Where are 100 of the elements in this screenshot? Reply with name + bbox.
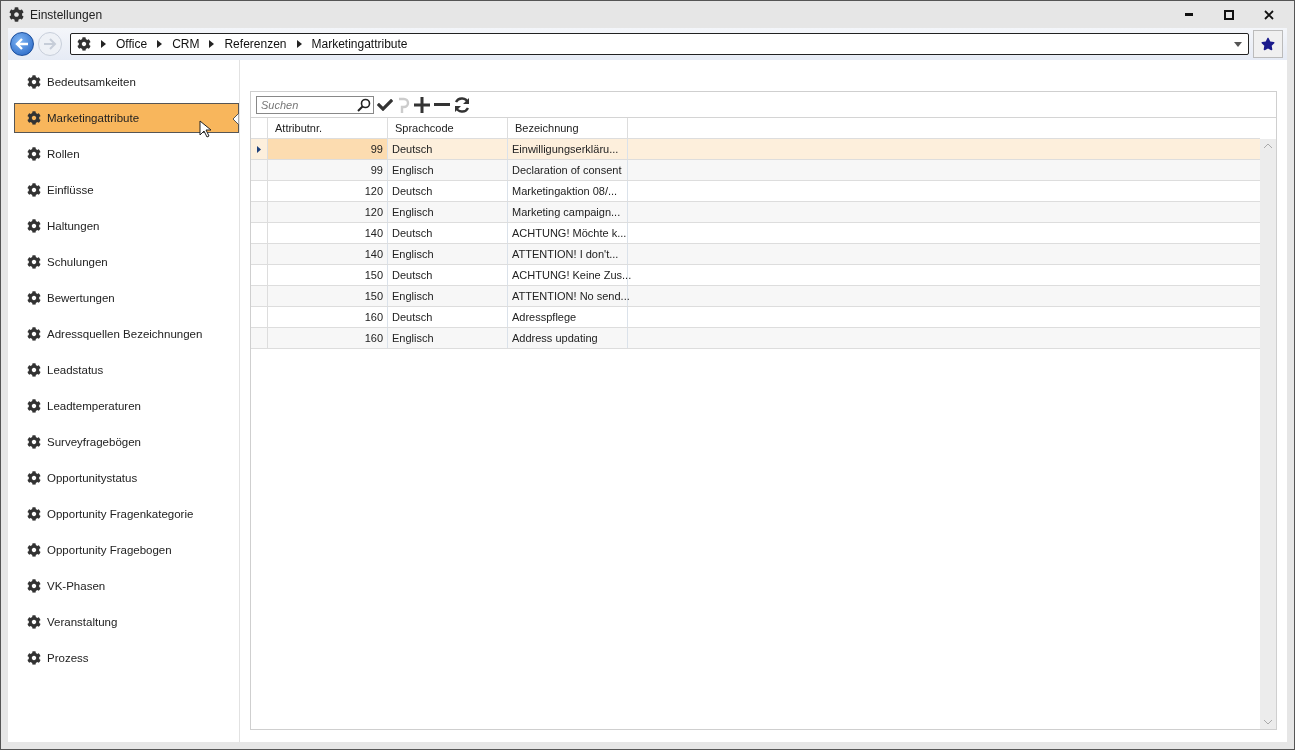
sidebar-item[interactable]: Bedeutsamkeiten: [14, 67, 239, 97]
table-cell: ATTENTION! I don't...: [508, 244, 628, 264]
table-cell: Englisch: [388, 286, 508, 306]
gear-icon: [27, 399, 41, 413]
breadcrumb-link[interactable]: Office: [116, 37, 148, 51]
table-row[interactable]: 150 Englisch ATTENTION! No send...: [251, 286, 1260, 307]
table-cell: Englisch: [388, 244, 508, 264]
sidebar-item[interactable]: Schulungen: [14, 247, 239, 277]
gear-icon: [27, 291, 41, 305]
table-row[interactable]: 150 Deutsch ACHTUNG! Keine Zus...: [251, 265, 1260, 286]
search-icon[interactable]: [357, 97, 371, 112]
sidebar-item[interactable]: Leadstatus: [14, 355, 239, 385]
table-row[interactable]: 140 Englisch ATTENTION! I don't...: [251, 244, 1260, 265]
table-cell: 160: [268, 328, 388, 348]
sidebar-item[interactable]: Haltungen: [14, 211, 239, 241]
sidebar-item[interactable]: Bewertungen: [14, 283, 239, 313]
search-field[interactable]: Suchen: [256, 95, 374, 114]
chevron-icon: [101, 40, 106, 48]
mouse-cursor-icon: [199, 120, 211, 138]
breadcrumb-link[interactable]: Marketingattribute: [311, 37, 408, 51]
close-icon[interactable]: [1264, 9, 1274, 20]
gear-icon: [9, 7, 24, 22]
plus-icon[interactable]: [413, 95, 431, 114]
gear-icon: [27, 111, 41, 125]
table-cell: Deutsch: [388, 307, 508, 327]
gear-icon: [27, 579, 41, 593]
table-row[interactable]: 120 Deutsch Marketingaktion 08/...: [251, 181, 1260, 202]
table-cell: 99: [268, 160, 388, 180]
table-cell: Englisch: [388, 202, 508, 222]
gear-icon: [27, 615, 41, 629]
back-button[interactable]: [10, 32, 34, 56]
column-header[interactable]: Attributnr.: [268, 118, 388, 138]
notch-icon: [233, 113, 239, 125]
column-header[interactable]: Sprachcode: [388, 118, 508, 138]
gear-icon: [27, 327, 41, 341]
gear-icon: [27, 507, 41, 521]
sidebar-item[interactable]: Leadtemperaturen: [14, 391, 239, 421]
chevron-icon: [157, 40, 163, 48]
table-row[interactable]: 160 Deutsch Adresspflege: [251, 307, 1260, 328]
gear-icon: [77, 37, 91, 51]
table-row[interactable]: 120 Englisch Marketing campaign...: [251, 202, 1260, 223]
gear-icon: [27, 435, 41, 449]
gear-icon: [27, 183, 41, 197]
table-cell: 140: [268, 244, 388, 264]
row-pointer-icon: [257, 145, 261, 153]
sidebar-item[interactable]: Einflüsse: [14, 175, 239, 205]
table-cell: 150: [268, 286, 388, 306]
table-cell: Englisch: [388, 160, 508, 180]
chevron-icon: [296, 40, 302, 48]
table-cell: 160: [268, 307, 388, 327]
table-cell: 120: [268, 181, 388, 201]
table-cell: Englisch: [388, 328, 508, 348]
gear-icon: [27, 363, 41, 377]
table-cell: 150: [268, 265, 388, 285]
table-cell: Deutsch: [388, 265, 508, 285]
sidebar-item[interactable]: Opportunity Fragenkategorie: [14, 499, 239, 529]
gear-icon: [27, 75, 41, 89]
chevron-icon: [209, 40, 215, 48]
gear-icon: [27, 255, 41, 269]
column-header[interactable]: Bezeichnung: [508, 118, 628, 138]
table-cell: Marketing campaign...: [508, 202, 628, 222]
checkmark-icon[interactable]: [377, 96, 393, 113]
maximize-icon[interactable]: [1224, 9, 1234, 20]
table-cell: Adresspflege: [508, 307, 628, 327]
table-cell: Deutsch: [388, 223, 508, 243]
arrow-left-icon: [15, 38, 29, 50]
table-row[interactable]: 140 Deutsch ACHTUNG! Möchte k...: [251, 223, 1260, 244]
table-cell: 140: [268, 223, 388, 243]
table-cell: Deutsch: [388, 181, 508, 201]
table-cell: 120: [268, 202, 388, 222]
sidebar-item[interactable]: Surveyfragebögen: [14, 427, 239, 457]
sidebar-item[interactable]: VK-Phasen: [14, 571, 239, 601]
table-cell: Declaration of consent: [508, 160, 628, 180]
arrow-right-icon: [43, 38, 57, 50]
refresh-icon[interactable]: [453, 95, 471, 114]
sidebar-item[interactable]: Veranstaltung: [14, 607, 239, 637]
sidebar-item[interactable]: Opportunitystatus: [14, 463, 239, 493]
sidebar-item[interactable]: Adressquellen Bezeichnungen: [14, 319, 239, 349]
table-cell: ACHTUNG! Möchte k...: [508, 223, 628, 243]
window-title: Einstellungen: [30, 7, 104, 22]
gear-icon: [27, 543, 41, 557]
breadcrumb-link[interactable]: Referenzen: [224, 37, 287, 51]
sidebar-item[interactable]: Rollen: [14, 139, 239, 169]
table-row[interactable]: 160 Englisch Address updating: [251, 328, 1260, 349]
breadcrumb-link[interactable]: CRM: [172, 37, 200, 51]
table-cell: Deutsch: [388, 139, 508, 159]
gear-icon: [27, 471, 41, 485]
table-row[interactable]: 99 Englisch Declaration of consent: [251, 160, 1260, 181]
gear-icon: [27, 219, 41, 233]
sidebar-item[interactable]: Prozess: [14, 643, 239, 673]
star-icon: [1261, 37, 1275, 51]
sidebar-item[interactable]: Opportunity Fragebogen: [14, 535, 239, 565]
table-cell: Einwilligungserkläru...: [508, 139, 628, 159]
gear-icon: [27, 147, 41, 161]
table-cell: Marketingaktion 08/...: [508, 181, 628, 201]
table-cell: Address updating: [508, 328, 628, 348]
table-cell: 99: [268, 139, 388, 159]
breadcrumb-bar[interactable]: Office CRM Referenzen Marketingattribute: [70, 33, 1249, 55]
favorite-button[interactable]: [1253, 30, 1283, 58]
table-row[interactable]: 99 Deutsch Einwilligungserkläru...: [251, 139, 1260, 160]
